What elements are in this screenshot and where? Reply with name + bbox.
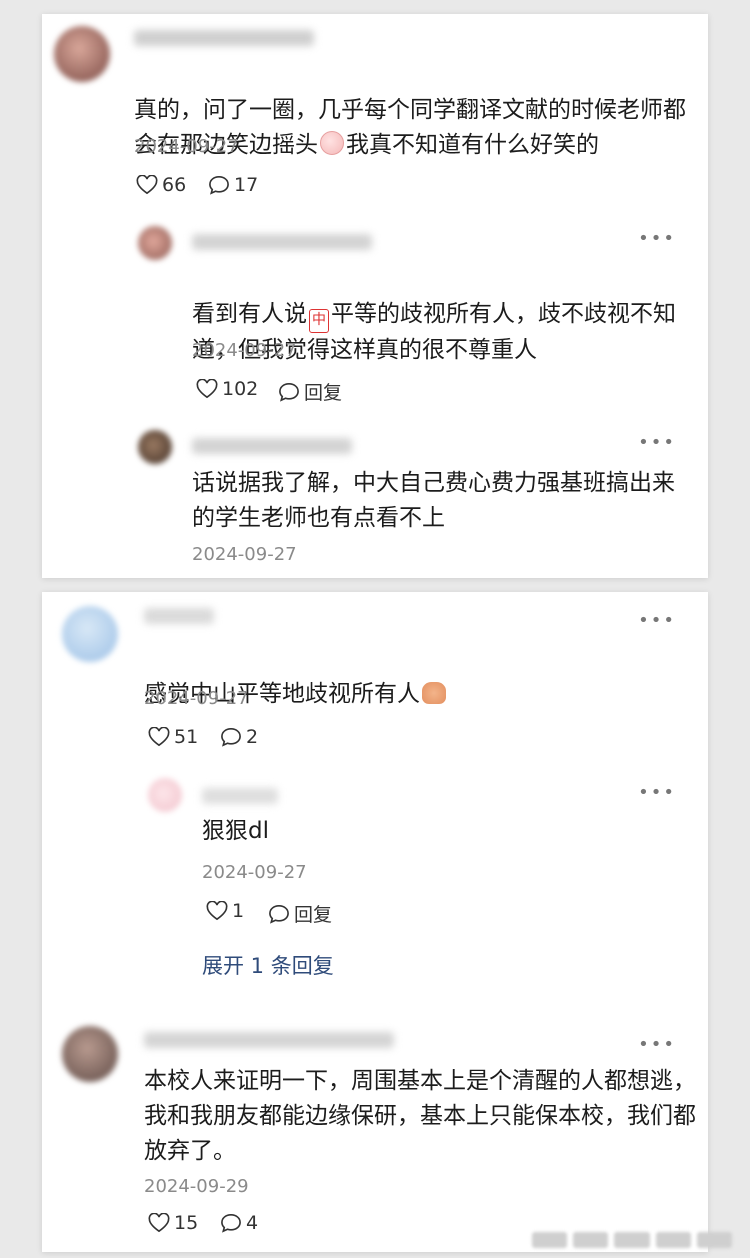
comment-button[interactable]: 4: [220, 1212, 258, 1234]
expand-replies-link[interactable]: 展开 1 条回复: [202, 950, 334, 980]
comment-date: 2024-09-27: [144, 688, 249, 709]
comment-card: ••• 感觉中山平等地歧视所有人 2024-09-27 51 2 ••• 狠狠d…: [42, 592, 708, 1252]
comment-card: 真的，问了一圈，几乎每个同学翻译文献的时候老师都 会在那边笑边摇头 我真不知道有什…: [42, 14, 708, 578]
like-button[interactable]: 1: [206, 900, 244, 922]
comment-button[interactable]: 2: [220, 726, 258, 748]
reply-label: 回复: [304, 382, 343, 404]
comment-bubble-icon: [269, 904, 289, 924]
reply-text: 话说据我了解，中大自己费心费力强基班搞出来 的学生老师也有点看不上: [192, 470, 675, 531]
watermark: [532, 1232, 733, 1248]
reply-date: 2024-09-27: [192, 544, 297, 565]
comment-count: 4: [246, 1212, 259, 1234]
avatar[interactable]: [138, 226, 172, 260]
comment-bubble-icon: [221, 1213, 241, 1233]
like-button[interactable]: 66: [136, 174, 186, 196]
more-dots-icon[interactable]: •••: [638, 610, 676, 631]
like-count: 1: [232, 900, 245, 922]
like-count: 102: [222, 378, 259, 400]
comment-date: 2024-09-27: [134, 136, 239, 157]
comment-bubble-icon: [221, 727, 241, 747]
comment-bubble-icon: [279, 382, 299, 402]
heart-outline-icon: [136, 175, 158, 195]
comment-count: 17: [234, 174, 259, 196]
more-dots-icon[interactable]: •••: [638, 228, 676, 249]
heart-outline-icon: [148, 1213, 170, 1233]
like-count: 51: [174, 726, 199, 748]
comment-bubble-icon: [209, 175, 229, 195]
heart-outline-icon: [148, 727, 170, 747]
comment-button[interactable]: 17: [208, 174, 258, 196]
avatar[interactable]: [138, 430, 172, 464]
username-blurred[interactable]: [202, 788, 278, 804]
comment-count: 2: [246, 726, 259, 748]
username-blurred[interactable]: [144, 608, 214, 624]
more-dots-icon[interactable]: •••: [638, 1034, 676, 1055]
like-count: 66: [162, 174, 187, 196]
more-dots-icon[interactable]: •••: [638, 432, 676, 453]
username-blurred[interactable]: [192, 234, 372, 250]
reply-text: 狠狠dl: [202, 818, 269, 844]
reply-button[interactable]: 回复: [278, 378, 342, 405]
reply-button[interactable]: 回复: [268, 900, 332, 927]
reply-date: 2024-09-27: [202, 862, 307, 883]
avatar[interactable]: [62, 606, 118, 662]
like-count: 15: [174, 1212, 199, 1234]
like-button[interactable]: 15: [148, 1212, 198, 1234]
heart-outline-icon: [206, 901, 228, 921]
mahjong-red-dragon-emoji-icon: 中: [309, 309, 329, 333]
username-blurred[interactable]: [134, 30, 314, 46]
like-button[interactable]: 102: [196, 378, 258, 400]
avatar[interactable]: [62, 1026, 118, 1082]
avatar[interactable]: [148, 778, 182, 812]
more-dots-icon[interactable]: •••: [638, 782, 676, 803]
comment-text: 本校人来证明一下，周围基本上是个清醒的人都想逃， 我和我朋友都能边缘保研，基本上…: [144, 1068, 696, 1164]
like-button[interactable]: 51: [148, 726, 198, 748]
username-blurred[interactable]: [192, 438, 352, 454]
praying-hands-emoji-icon: [422, 682, 446, 704]
reply-date: 2024-09-27: [192, 340, 297, 361]
avatar[interactable]: [54, 26, 110, 82]
comment-date: 2024-09-29: [144, 1176, 249, 1197]
baby-face-emoji-icon: [320, 131, 344, 155]
reply-label: 回复: [294, 904, 333, 926]
heart-outline-icon: [196, 379, 218, 399]
username-blurred[interactable]: [144, 1032, 394, 1048]
